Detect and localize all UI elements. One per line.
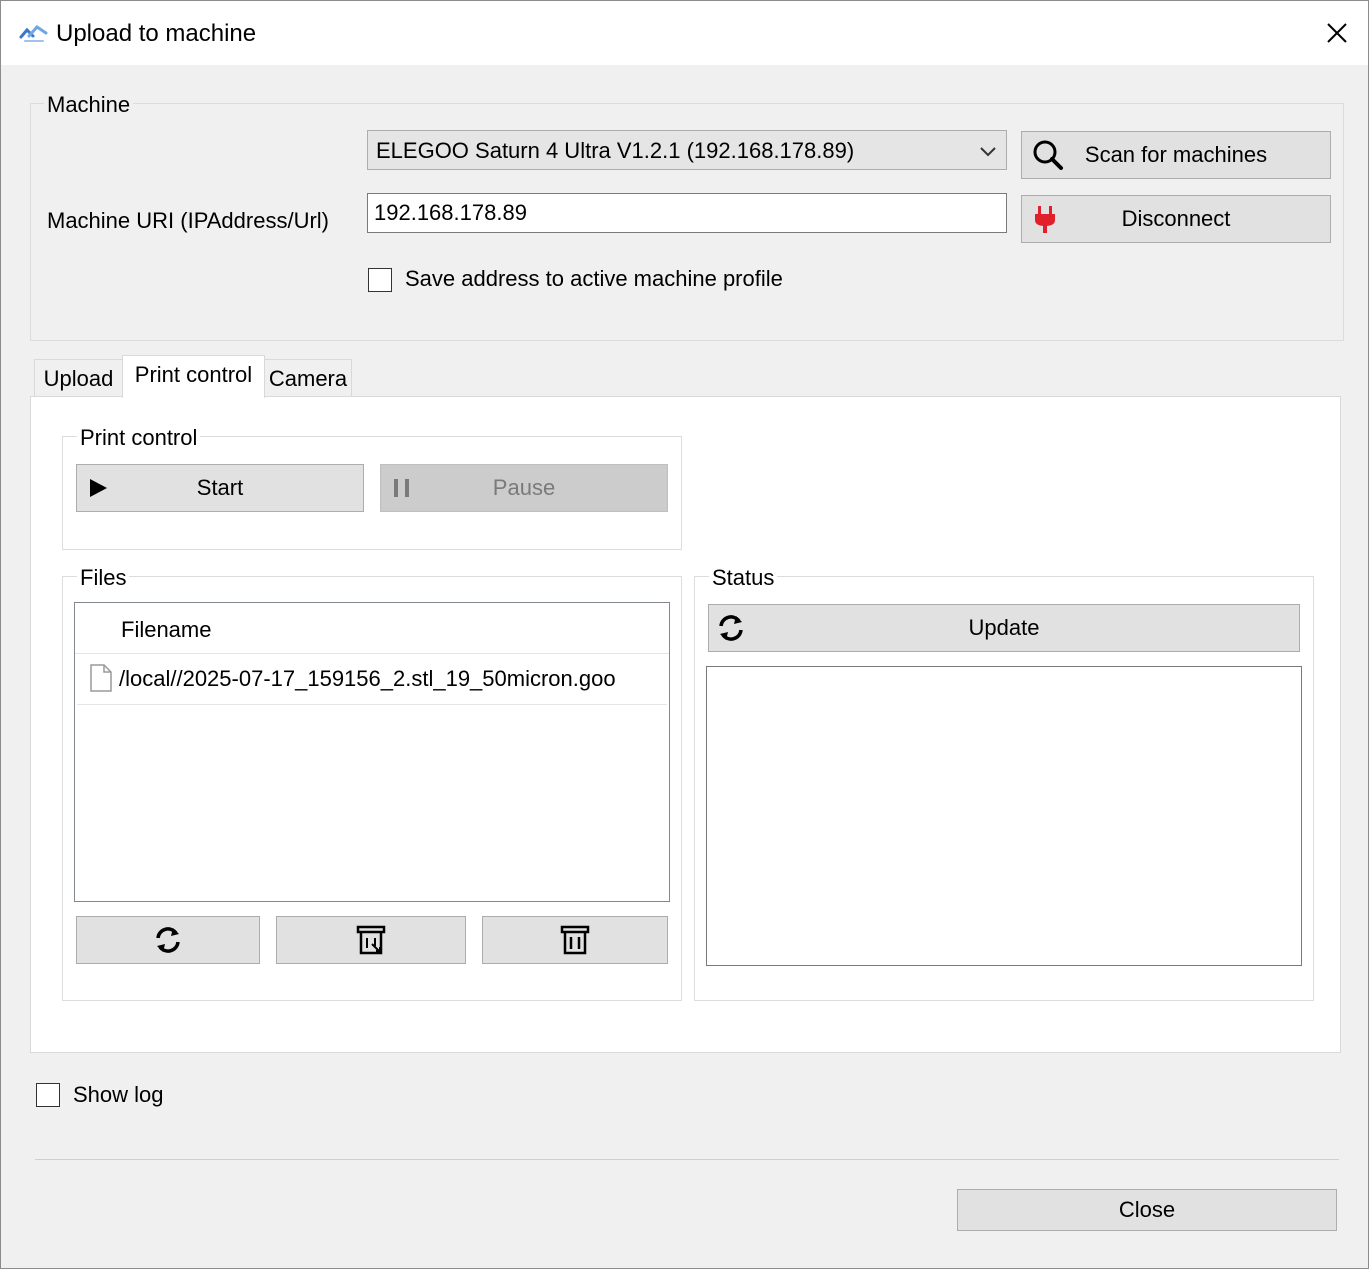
show-log-checkbox[interactable] (36, 1083, 60, 1107)
status-group-label: Status (709, 565, 778, 591)
trash-icon (560, 924, 590, 956)
start-button[interactable]: Start (76, 464, 364, 512)
close-label: Close (1118, 1197, 1176, 1222)
tab-camera[interactable]: Camera (264, 359, 352, 397)
start-label: Start (196, 475, 244, 500)
scan-for-machines-label: Scan for machines (1084, 142, 1268, 167)
refresh-icon (152, 925, 184, 955)
machine-select-value: ELEGOO Saturn 4 Ultra V1.2.1 (192.168.17… (376, 138, 855, 163)
pause-button[interactable]: Pause (380, 464, 668, 512)
refresh-icon (715, 613, 747, 643)
tab-print-control[interactable]: Print control (122, 355, 265, 398)
machine-group-label: Machine (44, 92, 134, 118)
window-close-icon[interactable] (1323, 19, 1351, 47)
machine-uri-input[interactable] (367, 193, 1007, 233)
delete-file-button[interactable] (482, 916, 668, 964)
file-icon (89, 664, 113, 698)
app-logo-icon (19, 21, 49, 47)
save-address-checkbox[interactable] (368, 268, 392, 292)
chevron-down-icon (978, 141, 998, 167)
play-icon (87, 477, 109, 499)
machine-uri-field[interactable] (368, 194, 1006, 232)
disconnect-label: Disconnect (1121, 206, 1231, 231)
update-status-button[interactable]: Update (708, 604, 1300, 652)
plug-disconnect-icon (1032, 204, 1058, 234)
machine-uri-label: Machine URI (IPAddress/Url) (47, 208, 329, 233)
download-file-button[interactable] (276, 916, 466, 964)
update-label: Update (968, 615, 1040, 640)
scan-for-machines-button[interactable]: Scan for machines (1021, 131, 1331, 179)
show-log-label: Show log (73, 1082, 164, 1107)
file-name: /local//2025-07-17_159156_2.stl_19_50mic… (119, 666, 616, 691)
disconnect-button[interactable]: Disconnect (1021, 195, 1331, 243)
footer-divider (35, 1159, 1339, 1160)
filename-column-header: Filename (121, 617, 212, 642)
tab-camera-label: Camera (268, 365, 348, 391)
files-list[interactable]: Filename /local//2025-07-17_159156_2.stl… (74, 602, 670, 902)
print-control-group-label: Print control (77, 425, 201, 451)
files-list-header[interactable]: Filename (75, 603, 669, 654)
print-control-tab-panel: Print control Start Pause Files Filename (30, 396, 1341, 1053)
window-title: Upload to machine (56, 20, 257, 47)
pause-label: Pause (492, 475, 556, 500)
files-group-label: Files (77, 565, 130, 591)
title-bar: Upload to machine (1, 1, 1368, 65)
machine-select[interactable]: ELEGOO Saturn 4 Ultra V1.2.1 (192.168.17… (367, 130, 1007, 170)
tab-upload-label: Upload (43, 365, 114, 391)
status-output[interactable] (706, 666, 1302, 966)
refresh-files-button[interactable] (76, 916, 260, 964)
close-button[interactable]: Close (957, 1189, 1337, 1231)
download-archive-icon (355, 924, 387, 956)
tab-print-control-label: Print control (134, 362, 253, 387)
tab-upload[interactable]: Upload (34, 359, 123, 397)
save-address-label: Save address to active machine profile (405, 266, 783, 291)
list-item[interactable]: /local//2025-07-17_159156_2.stl_19_50mic… (77, 654, 667, 705)
search-icon (1032, 139, 1064, 171)
dialog-window: Upload to machine Machine ELEGOO Saturn … (0, 0, 1369, 1269)
pause-icon (391, 477, 413, 499)
